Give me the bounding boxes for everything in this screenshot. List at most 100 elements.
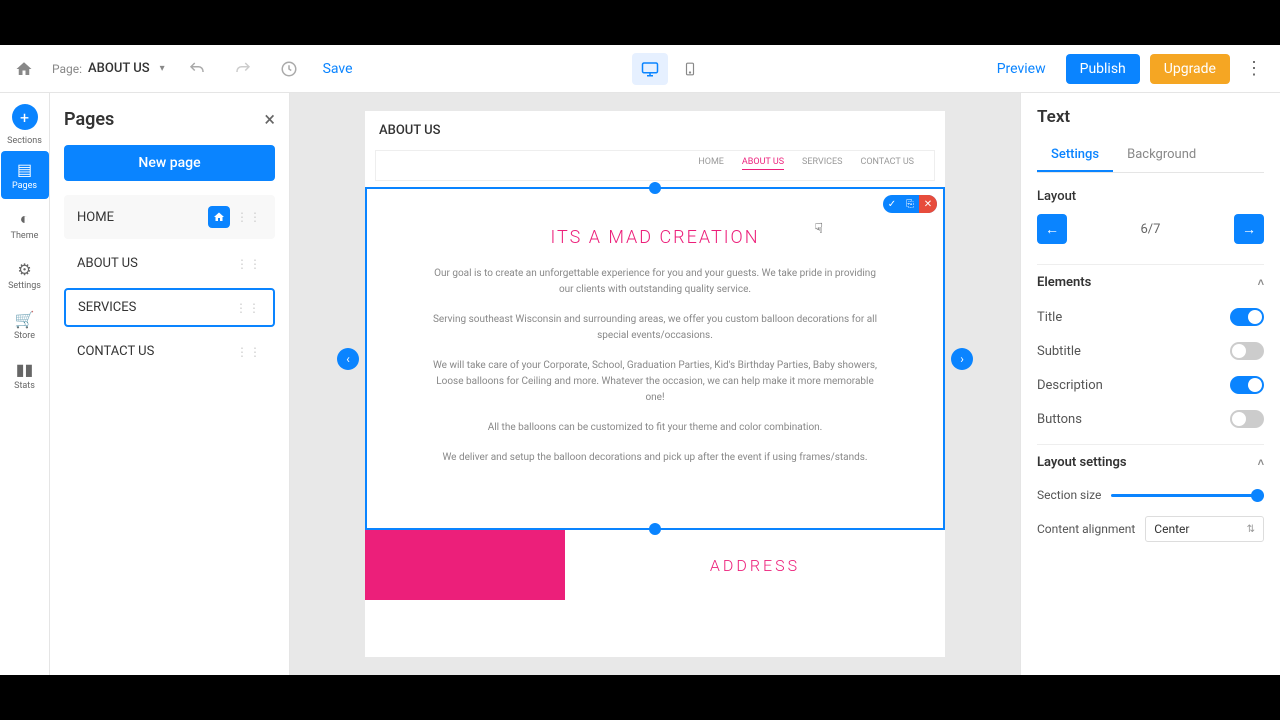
left-rail: + Sections ▤ Pages ◐ Theme ⚙ Settings 🛒 … [0,93,50,675]
stats-icon: ▮▮ [16,360,34,379]
new-page-button[interactable]: New page [64,145,275,181]
resize-handle-bottom[interactable] [649,523,661,535]
rail-label: Sections [7,136,42,146]
buttons-toggle[interactable] [1230,410,1264,428]
chevron-up-icon: ˄ [1258,456,1264,469]
rail-settings[interactable]: ⚙ Settings [1,251,49,299]
page-item-contact[interactable]: CONTACT US ⋮⋮ [64,333,275,370]
page-title: ABOUT US [365,111,945,150]
element-subtitle-label: Subtitle [1037,344,1081,359]
page-item-label: ABOUT US [77,256,138,271]
layout-prev-button[interactable]: ← [1037,214,1067,244]
redo-icon[interactable] [229,55,257,83]
rail-theme[interactable]: ◐ Theme [1,201,49,249]
slider-thumb[interactable] [1251,489,1264,502]
desktop-view-button[interactable] [632,53,668,85]
page-selector[interactable]: Page: ABOUT US ▾ [52,61,165,76]
rail-label: Store [14,331,35,341]
page-selector-label: Page: [52,62,82,76]
drag-handle-icon[interactable]: ⋮⋮ [236,210,262,224]
chevron-down-icon: ▾ [160,63,165,74]
content-alignment-label: Content alignment [1037,522,1135,536]
selected-text-section[interactable]: ‹ › ✓ ⎘ ✕ ☟ ITS A MAD CREATION Our goal … [365,187,945,530]
add-section-icon: + [12,104,38,130]
rail-label: Stats [14,381,35,391]
canvas-area: ABOUT US HOME ABOUT US SERVICES CONTACT … [290,93,1020,675]
pages-panel: Pages × New page HOME ⋮⋮ ABOUT US ⋮⋮ SER… [50,93,290,675]
nav-link[interactable]: ABOUT US [742,157,784,170]
page-canvas[interactable]: ABOUT US HOME ABOUT US SERVICES CONTACT … [365,111,945,657]
rail-sections[interactable]: + Sections [1,101,49,149]
section-copy-icon[interactable]: ⎘ [901,195,919,213]
title-toggle[interactable] [1230,308,1264,326]
page-selector-value: ABOUT US [88,61,150,76]
layout-next-button[interactable]: → [1234,214,1264,244]
section-size-label: Section size [1037,488,1101,502]
publish-button[interactable]: Publish [1066,54,1140,84]
drag-handle-icon[interactable]: ⋮⋮ [236,257,262,271]
section-paragraph[interactable]: We will take care of your Corporate, Sch… [427,358,883,406]
pages-panel-title: Pages [64,109,114,130]
rail-label: Pages [12,181,37,191]
nav-link[interactable]: SERVICES [802,157,842,170]
inspector-tabs: Settings Background [1037,139,1264,173]
select-chevron-icon: ⇅ [1247,524,1255,535]
page-item-label: CONTACT US [77,344,154,359]
rail-label: Settings [8,281,41,291]
rail-label: Theme [11,231,39,241]
site-nav: HOME ABOUT US SERVICES CONTACT US [375,150,935,181]
drag-handle-icon[interactable]: ⋮⋮ [235,301,261,315]
section-prev-arrow[interactable]: ‹ [337,348,359,370]
element-description-label: Description [1037,378,1103,393]
rail-pages[interactable]: ▤ Pages [1,151,49,199]
section-paragraph[interactable]: We deliver and setup the balloon decorat… [427,450,883,466]
page-item-label: HOME [77,210,114,225]
element-buttons-label: Buttons [1037,412,1082,427]
page-item-home[interactable]: HOME ⋮⋮ [64,195,275,239]
mobile-view-button[interactable] [672,53,708,85]
section-next-arrow[interactable]: › [951,348,973,370]
address-section[interactable]: ADDRESS [365,530,945,600]
nav-link[interactable]: HOME [698,157,724,170]
page-item-about[interactable]: ABOUT US ⋮⋮ [64,245,275,282]
section-delete-icon[interactable]: ✕ [919,195,937,213]
close-icon[interactable]: × [264,107,275,131]
undo-icon[interactable] [183,55,211,83]
tab-background[interactable]: Background [1113,139,1210,172]
description-toggle[interactable] [1230,376,1264,394]
layout-label: Layout [1037,189,1264,204]
rail-stats[interactable]: ▮▮ Stats [1,351,49,399]
tab-settings[interactable]: Settings [1037,139,1113,172]
section-size-slider[interactable] [1111,494,1264,497]
subtitle-toggle[interactable] [1230,342,1264,360]
layout-settings-header[interactable]: Layout settings ˄ [1037,444,1264,480]
element-title-label: Title [1037,310,1062,325]
section-paragraph[interactable]: Serving southeast Wisconsin and surround… [427,312,883,344]
chevron-up-icon: ˄ [1258,276,1264,289]
rail-store[interactable]: 🛒 Store [1,301,49,349]
home-icon[interactable] [12,57,36,81]
nav-link[interactable]: CONTACT US [860,157,914,170]
preview-button[interactable]: Preview [987,55,1056,83]
section-title[interactable]: ITS A MAD CREATION [427,227,883,248]
section-move-icon[interactable]: ✓ [883,195,901,213]
more-menu-icon[interactable]: ⋮ [1240,55,1268,83]
content-alignment-select[interactable]: Center ⇅ [1145,516,1264,542]
inspector-panel: Text Settings Background Layout ← 6/7 → … [1020,93,1280,675]
resize-handle-top[interactable] [649,182,661,194]
upgrade-button[interactable]: Upgrade [1150,54,1230,84]
gear-icon: ⚙ [17,260,31,279]
save-button[interactable]: Save [323,61,353,77]
history-icon[interactable] [275,55,303,83]
drag-handle-icon[interactable]: ⋮⋮ [236,345,262,359]
section-paragraph[interactable]: All the balloons can be customized to fi… [427,420,883,436]
address-image-block [365,530,565,600]
page-item-label: SERVICES [78,300,136,315]
cart-icon: 🛒 [15,310,35,329]
address-title: ADDRESS [565,530,945,600]
elements-section-header[interactable]: Elements ˄ [1037,264,1264,300]
top-toolbar: Page: ABOUT US ▾ Save Preview Publish Up… [0,45,1280,93]
page-item-services[interactable]: SERVICES ⋮⋮ [64,288,275,327]
layout-value: 6/7 [1075,222,1226,237]
section-paragraph[interactable]: Our goal is to create an unforgettable e… [427,266,883,298]
